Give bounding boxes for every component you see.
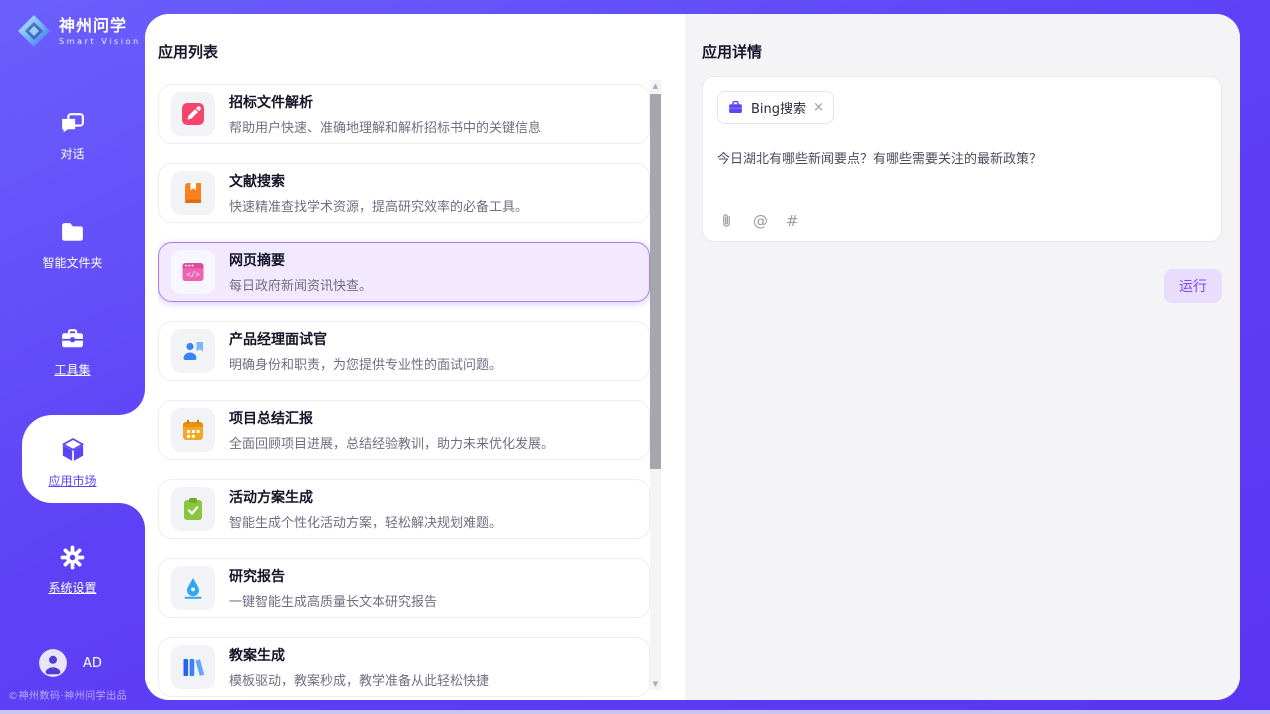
app-description: 全面回顾项目进展，总结经验教训，助力未来优化发展。 [229, 433, 554, 452]
book-icon [180, 180, 206, 206]
logo-subtitle: Smart Vision [59, 37, 141, 46]
sidebar-item-label: 智能文件夹 [42, 254, 102, 271]
chat-icon [59, 110, 86, 137]
app-description: 模板驱动，教案秒成，教学准备从此轻松快捷 [229, 670, 489, 689]
app-description: 帮助用户快速、准确地理解和解析招标书中的关键信息 [229, 117, 541, 136]
avatar[interactable] [39, 649, 67, 677]
app-icon-tile [171, 408, 215, 452]
app-icon-tile: </> [171, 250, 215, 294]
sidebar-item-smart-folder[interactable]: 智能文件夹 [0, 219, 145, 271]
app-item-project-summary-report[interactable]: 项目总结汇报 全面回顾项目进展，总结经验教训，助力未来优化发展。 [158, 400, 650, 460]
webpage-code-icon: </> [180, 259, 206, 285]
attachment-paperclip-icon[interactable] [718, 212, 735, 229]
tool-tag-close-icon[interactable]: × [813, 103, 824, 113]
app-detail-panel: 应用详情 Bing搜索 × 今日湖北有哪些新闻要点？有哪些需要关注的最新政策？ … [685, 14, 1240, 700]
bottom-edge-strip [0, 710, 1270, 714]
topic-hash-icon[interactable]: # [786, 213, 799, 229]
app-icon-tile [171, 645, 215, 689]
app-title: 产品经理面试官 [229, 329, 502, 349]
cube-icon [59, 436, 87, 464]
sidebar: 神州问学 Smart Vision 对话 智能文件夹 工具集 [0, 0, 145, 714]
person-icon [39, 649, 67, 677]
query-input[interactable]: 今日湖北有哪些新闻要点？有哪些需要关注的最新政策？ [717, 148, 1207, 167]
svg-text:</>: </> [186, 270, 200, 279]
app-item-literature-search[interactable]: 文献搜索 快速精准查找学术资源，提高研究效率的必备工具。 [158, 163, 650, 223]
app-title: 项目总结汇报 [229, 408, 554, 428]
gear-icon [59, 544, 86, 571]
sidebar-item-toolset[interactable]: 工具集 [0, 326, 145, 378]
app-list-panel: 应用列表 招标文件解析 帮助用户快速、准确地理解和解析招标书中的关键信息 [145, 14, 685, 700]
app-description: 一键智能生成高质量长文本研究报告 [229, 591, 437, 610]
app-title: 网页摘要 [229, 250, 372, 270]
app-description: 智能生成个性化活动方案，轻松解决规划难题。 [229, 512, 502, 531]
sidebar-item-label: 工具集 [54, 361, 90, 378]
app-item-webpage-summary[interactable]: </> 网页摘要 每日政府新闻资讯快查。 [158, 242, 650, 302]
prompt-card: Bing搜索 × 今日湖北有哪些新闻要点？有哪些需要关注的最新政策？ @ # [702, 76, 1222, 242]
logo-title: 神州问学 [59, 17, 141, 35]
app-description: 快速精准查找学术资源，提高研究效率的必备工具。 [229, 196, 528, 215]
app-item-pm-interviewer[interactable]: 产品经理面试官 明确身份和职责，为您提供专业性的面试问题。 [158, 321, 650, 381]
sidebar-item-label: 系统设置 [48, 579, 96, 596]
app-item-lesson-plan-generation[interactable]: 教案生成 模板驱动，教案秒成，教学准备从此轻松快捷 [158, 637, 650, 697]
app-icon-tile [171, 487, 215, 531]
app-logo: 神州问学 Smart Vision [16, 13, 141, 49]
copyright-footer: ©神州数码·神州问学出品 [8, 687, 127, 702]
scrollbar-down-arrow-icon[interactable]: ▼ [650, 680, 661, 688]
folder-icon [59, 219, 86, 246]
composer-toolbar: @ # [718, 212, 799, 229]
calendar-icon [180, 417, 206, 443]
app-icon-tile [171, 171, 215, 215]
scrollbar-up-arrow-icon[interactable]: ▲ [650, 82, 661, 90]
app-detail-title: 应用详情 [702, 41, 1222, 62]
app-title: 教案生成 [229, 645, 489, 665]
sidebar-item-label: 对话 [60, 145, 84, 162]
scrollbar-thumb[interactable] [650, 94, 661, 469]
edit-document-icon [180, 101, 206, 127]
app-title: 文献搜索 [229, 171, 528, 191]
books-icon [180, 654, 206, 680]
app-item-event-plan-generation[interactable]: 活动方案生成 智能生成个性化活动方案，轻松解决规划难题。 [158, 479, 650, 539]
toolbox-icon [59, 326, 86, 353]
app-icon-tile [171, 329, 215, 373]
tool-tag-bing-search[interactable]: Bing搜索 × [717, 91, 834, 124]
app-title: 活动方案生成 [229, 487, 502, 507]
user-account[interactable]: AD [39, 649, 102, 677]
app-icon-tile [171, 92, 215, 136]
mention-at-icon[interactable]: @ [753, 213, 768, 229]
app-list-title: 应用列表 [158, 41, 218, 62]
app-icon-tile [171, 566, 215, 610]
sidebar-item-settings[interactable]: 系统设置 [0, 544, 145, 596]
tool-tag-label: Bing搜索 [751, 98, 806, 117]
sidebar-item-chat[interactable]: 对话 [0, 110, 145, 162]
sidebar-item-label: 应用市场 [48, 472, 96, 489]
app-title: 招标文件解析 [229, 92, 541, 112]
app-description: 每日政府新闻资讯快查。 [229, 275, 372, 294]
app-list: 招标文件解析 帮助用户快速、准确地理解和解析招标书中的关键信息 文献搜索 快速精… [158, 84, 650, 700]
app-description: 明确身份和职责，为您提供专业性的面试问题。 [229, 354, 502, 373]
app-title: 研究报告 [229, 566, 437, 586]
clipboard-check-icon [180, 496, 206, 522]
run-button[interactable]: 运行 [1164, 269, 1222, 303]
sidebar-item-app-market[interactable]: 应用市场 [0, 436, 145, 489]
app-item-research-report[interactable]: 研究报告 一键智能生成高质量长文本研究报告 [158, 558, 650, 618]
logo-diamond-icon [16, 13, 52, 49]
interviewer-icon [180, 338, 206, 364]
app-list-scrollbar[interactable]: ▲ ▼ [650, 80, 661, 690]
main-panel: 应用列表 招标文件解析 帮助用户快速、准确地理解和解析招标书中的关键信息 [145, 14, 1240, 700]
app-item-bid-document-parsing[interactable]: 招标文件解析 帮助用户快速、准确地理解和解析招标书中的关键信息 [158, 84, 650, 144]
briefcase-icon [727, 99, 744, 116]
pen-nib-icon [180, 575, 206, 601]
user-initials: AD [83, 656, 102, 671]
run-row: 运行 [702, 269, 1222, 303]
